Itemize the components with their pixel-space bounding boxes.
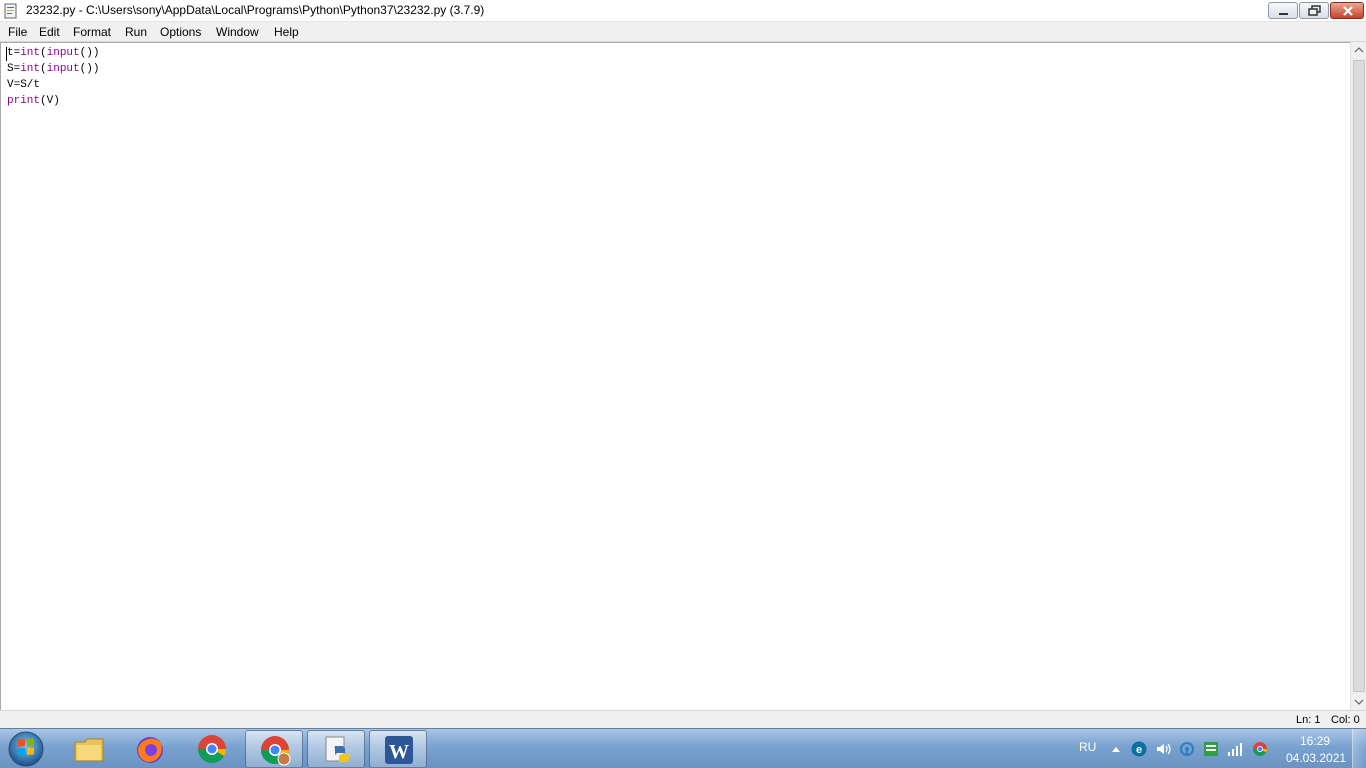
taskbar-chrome-user[interactable] [245,730,303,768]
chrome-icon [198,735,226,763]
menu-window[interactable]: Window [216,25,259,39]
close-button[interactable] [1330,2,1364,19]
close-icon [1343,6,1353,16]
svg-text:W: W [389,741,409,763]
chrome-tray-icon[interactable] [1252,741,1268,757]
screen: 23232.py - C:\Users\sony\AppData\Local\P… [0,0,1366,768]
minimize-button[interactable] [1268,2,1298,19]
menu-format[interactable]: Format [73,25,111,39]
start-button[interactable] [4,730,48,768]
status-line: Ln: 1 [1296,714,1321,726]
show-hidden-icons-arrow-icon[interactable] [1108,741,1124,757]
code-text: V=S/t [7,79,41,91]
menu-run[interactable]: Run [125,25,147,39]
show-desktop-button[interactable] [1352,729,1366,768]
code-line[interactable]: print(V) [7,93,60,109]
code-keyword: input [46,63,80,75]
taskbar-firefox[interactable] [121,730,179,768]
signal-strength-icon[interactable] [1227,741,1243,757]
folder-icon [74,738,104,762]
code-line[interactable]: V=S/t [7,77,40,93]
svg-text:e: e [1136,744,1142,756]
code-text: (V) [40,95,60,107]
scroll-up-arrow-icon[interactable] [1351,42,1366,58]
minimize-icon [1279,13,1288,15]
green-app-tray-icon[interactable] [1203,741,1219,757]
code-text: ( [40,63,47,75]
code-keyword: int [20,63,41,75]
code-editor[interactable]: t=int(input()) S=int(input()) V=S/t print(V… [0,42,1350,710]
firefox-icon [137,737,163,763]
code-text: t= [7,47,21,59]
menu-file[interactable]: File [8,25,27,39]
code-line[interactable]: S=int(input()) [7,61,99,77]
scroll-thumb[interactable] [1353,60,1365,692]
code-keyword: input [46,47,80,59]
restore-icon [1308,5,1321,16]
code-line[interactable]: t=int(input()) [7,45,99,61]
title-bar[interactable]: 23232.py - C:\Users\sony\AppData\Local\P… [0,0,1366,22]
menu-edit[interactable]: Edit [39,25,60,39]
clock-time[interactable]: 16:29 [1300,734,1330,748]
language-indicator[interactable]: RU [1079,740,1096,754]
vertical-scrollbar[interactable] [1350,42,1366,710]
python-icon [325,736,349,762]
status-column: Col: 0 [1331,714,1360,726]
taskbar-word[interactable]: W [369,730,427,768]
code-text: S= [7,63,21,75]
menu-bar: File Edit Format Run Options Window Help [0,22,1366,42]
chrome-profile-icon [261,736,291,766]
code-keyword: int [20,47,41,59]
code-text: ( [40,47,47,59]
taskbar: W RU e 16:29 04.03.2021 [0,728,1366,768]
word-icon: W [385,736,413,764]
taskbar-python-idle[interactable] [307,730,365,768]
menu-options[interactable]: Options [160,25,201,39]
network-app-icon[interactable] [1179,741,1195,757]
volume-icon[interactable] [1155,741,1171,757]
text-caret [6,47,7,61]
scroll-down-arrow-icon[interactable] [1351,694,1366,710]
e-app-tray-icon[interactable]: e [1131,741,1147,757]
menu-help[interactable]: Help [274,25,299,39]
restore-button[interactable] [1299,2,1329,19]
window-title: 23232.py - C:\Users\sony\AppData\Local\P… [26,3,485,17]
code-text: ()) [79,63,100,75]
taskbar-chrome[interactable] [183,730,241,768]
code-text: ()) [79,47,100,59]
taskbar-file-explorer[interactable] [60,730,118,768]
code-keyword: print [7,95,41,107]
clock-date[interactable]: 04.03.2021 [1286,751,1346,765]
python-idle-icon [4,3,17,19]
status-bar: Ln: 1 Col: 0 [0,710,1366,728]
